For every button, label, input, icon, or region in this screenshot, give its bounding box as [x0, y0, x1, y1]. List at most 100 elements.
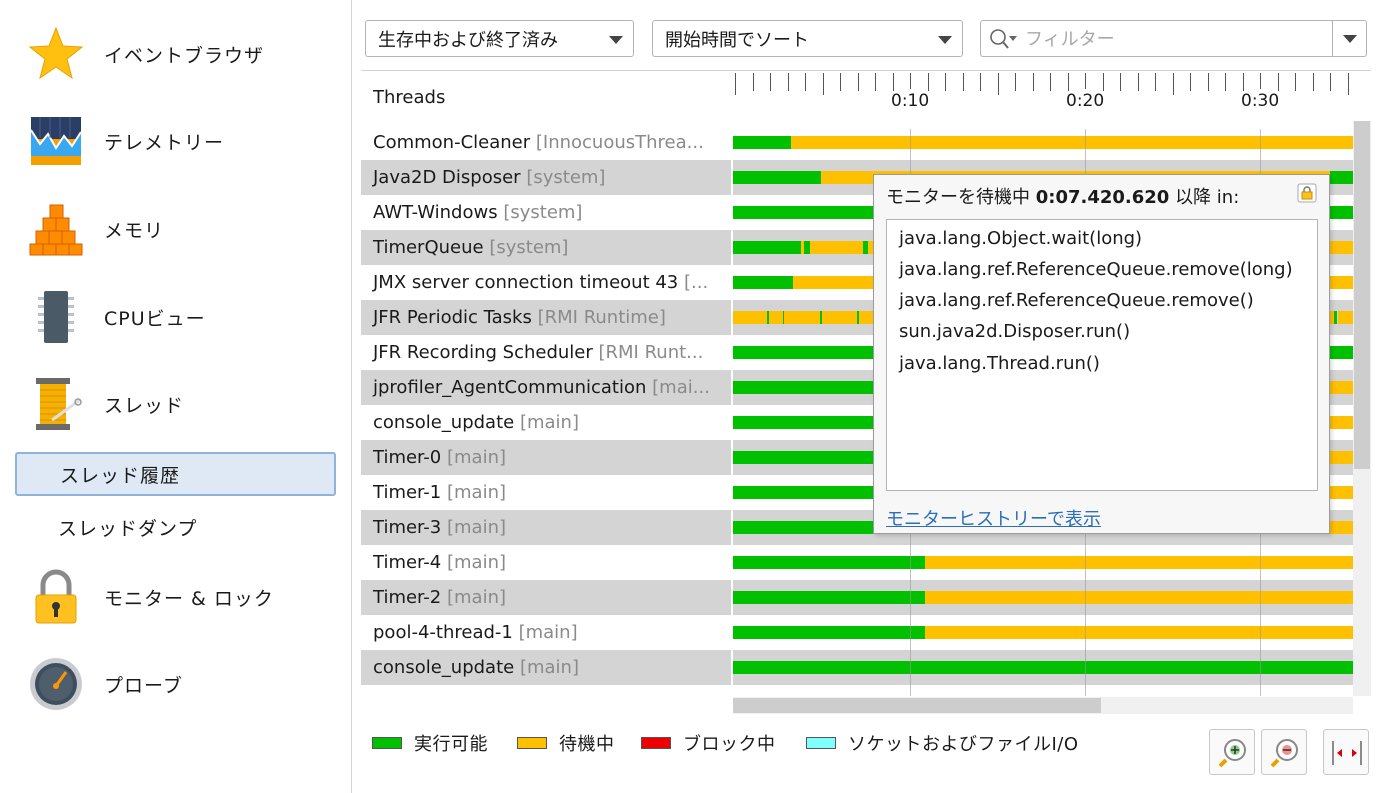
thread-row-name[interactable]: pool-4-thread-1 [main]: [361, 615, 731, 650]
legend-label: ブロック中: [683, 734, 776, 755]
nav-telemetry[interactable]: テレメトリー: [0, 101, 352, 181]
thread-group: [main]: [446, 587, 507, 608]
state-bar-runnable: [733, 591, 926, 604]
filter-input[interactable]: [1025, 26, 1315, 52]
time-label: 0:30: [1241, 91, 1280, 111]
nav-thread-history[interactable]: スレッド履歴: [15, 452, 336, 496]
nav-sublabel: スレッド履歴: [60, 464, 181, 487]
thread-row-name[interactable]: AWT-Windows [system]: [361, 195, 731, 230]
nav-monitors-locks[interactable]: モニター & ロック: [0, 557, 352, 637]
time-label: 0:10: [891, 91, 930, 111]
state-bar-waiting: [768, 311, 783, 324]
state-bar-runnable: [1330, 171, 1353, 184]
time-tick: [945, 73, 946, 91]
stack-frame: sun.java2d.Disposer.run(): [899, 321, 1131, 342]
thread-row-name[interactable]: jprofiler_AgentCommunication [mai...: [361, 370, 731, 405]
thread-group: [RMI Runtime]: [537, 307, 666, 328]
thread-row-name[interactable]: Timer-2 [main]: [361, 580, 731, 615]
thread-name: JFR Recording Scheduler: [373, 342, 593, 363]
time-tick: [980, 73, 981, 91]
stack-frame: java.lang.ref.ReferenceQueue.remove(): [899, 290, 1254, 311]
time-tick: [857, 73, 859, 91]
state-bar-waiting: [791, 136, 1353, 149]
horizontal-scrollbar[interactable]: [733, 697, 1353, 714]
popup-time: 0:07.420.620: [1035, 187, 1170, 208]
time-tick: [1225, 73, 1226, 91]
stack-trace-box: java.lang.Object.wait(long) java.lang.re…: [886, 219, 1318, 491]
thread-name: Timer-0: [373, 447, 442, 468]
thread-row-name[interactable]: JFR Recording Scheduler [RMI Runt...: [361, 335, 731, 370]
time-tick: [822, 73, 824, 95]
thread-group: [main]: [518, 622, 578, 643]
time-tick: [892, 73, 894, 91]
zoom-in-button[interactable]: [1209, 729, 1255, 775]
time-tick: [1277, 73, 1279, 91]
legend-label: 待機中: [559, 734, 615, 755]
nav-threads[interactable]: スレッド: [0, 364, 352, 444]
thread-name: console_update: [373, 657, 515, 678]
thread-row-name[interactable]: JFR Periodic Tasks [RMI Runtime]: [361, 300, 731, 335]
thread-row-name[interactable]: Timer-3 [main]: [361, 510, 731, 545]
legend-blocked: ブロック中: [641, 730, 776, 756]
thread-group: [main]: [446, 482, 507, 503]
thread-row-name[interactable]: Timer-0 [main]: [361, 440, 731, 475]
time-tick: [910, 73, 911, 89]
chevron-down-icon: [938, 36, 952, 44]
time-tick: [752, 73, 754, 91]
state-bar-waiting: [784, 311, 820, 324]
filter-dropdown-button[interactable]: [1332, 21, 1366, 56]
time-tick: [805, 73, 806, 91]
nav-label: プローブ: [104, 674, 183, 697]
memory-blocks-icon: [28, 201, 84, 257]
fit-width-button[interactable]: [1323, 729, 1369, 775]
thread-row-name[interactable]: Common-Cleaner [InnocuousThrea...: [361, 125, 731, 160]
nav-event-browser[interactable]: イベントブラウザ: [0, 14, 352, 94]
nav-memory[interactable]: メモリ: [0, 189, 352, 269]
sort-dropdown[interactable]: 開始時間でソート: [652, 20, 963, 57]
thread-group: [main]: [446, 552, 507, 573]
thread-name: Common-Cleaner: [373, 132, 531, 153]
thread-group: [system]: [503, 202, 583, 223]
nav-probes[interactable]: プローブ: [0, 644, 352, 724]
show-in-monitor-history-link[interactable]: モニターヒストリーで表示: [886, 505, 1101, 531]
stack-frame: java.lang.Object.wait(long): [899, 228, 1143, 249]
search-icon[interactable]: [989, 28, 1019, 50]
state-filter-dropdown[interactable]: 生存中および終了済み: [365, 20, 634, 57]
nav-cpu-views[interactable]: CPUビュー: [0, 277, 352, 357]
state-bar-runnable: [733, 556, 926, 569]
scroll-thumb[interactable]: [733, 698, 1101, 713]
star-icon: [28, 26, 84, 82]
pin-lock-icon[interactable]: [1297, 183, 1317, 203]
thread-row-name[interactable]: console_update [main]: [361, 405, 731, 440]
state-bar-waiting: [821, 311, 857, 324]
sidebar: イベントブラウザ テレメトリー メモリ CPUビュー スレッド スレッド履歴 ス…: [0, 0, 352, 793]
vertical-scrollbar[interactable]: [1353, 121, 1371, 696]
time-tick: [735, 73, 736, 95]
zoom-out-button[interactable]: [1261, 729, 1307, 775]
thread-name: Timer-2: [373, 587, 442, 608]
thread-row-name[interactable]: console_update [main]: [361, 650, 731, 685]
state-bar-waiting: [925, 556, 1353, 569]
thread-row-name[interactable]: Timer-4 [main]: [361, 545, 731, 580]
thread-group: [system]: [489, 237, 569, 258]
thread-row-name[interactable]: JMX server connection timeout 43 [...: [361, 265, 731, 300]
scroll-thumb[interactable]: [1354, 121, 1370, 469]
legend-label: 実行可能: [414, 734, 488, 755]
nav-label: メモリ: [104, 219, 165, 242]
thread-name: TimerQueue: [373, 237, 484, 258]
thread-row-name[interactable]: Timer-1 [main]: [361, 475, 731, 510]
time-tick: [1312, 73, 1314, 91]
thread-name: AWT-Windows: [373, 202, 498, 223]
thread-spool-icon: [28, 376, 84, 432]
state-bar-waiting: [733, 311, 768, 324]
state-bar-runnable: [733, 276, 794, 289]
thread-name: Timer-1: [373, 482, 442, 503]
time-tick: [1155, 73, 1156, 91]
nav-thread-dump[interactable]: スレッドダンプ: [15, 505, 336, 549]
time-label: 0:20: [1066, 91, 1105, 111]
time-tick: [1172, 73, 1174, 95]
gauge-icon: [28, 656, 84, 712]
thread-row-name[interactable]: Java2D Disposer [system]: [361, 160, 731, 195]
thread-row-name[interactable]: TimerQueue [system]: [361, 230, 731, 265]
time-tick: [997, 73, 999, 95]
